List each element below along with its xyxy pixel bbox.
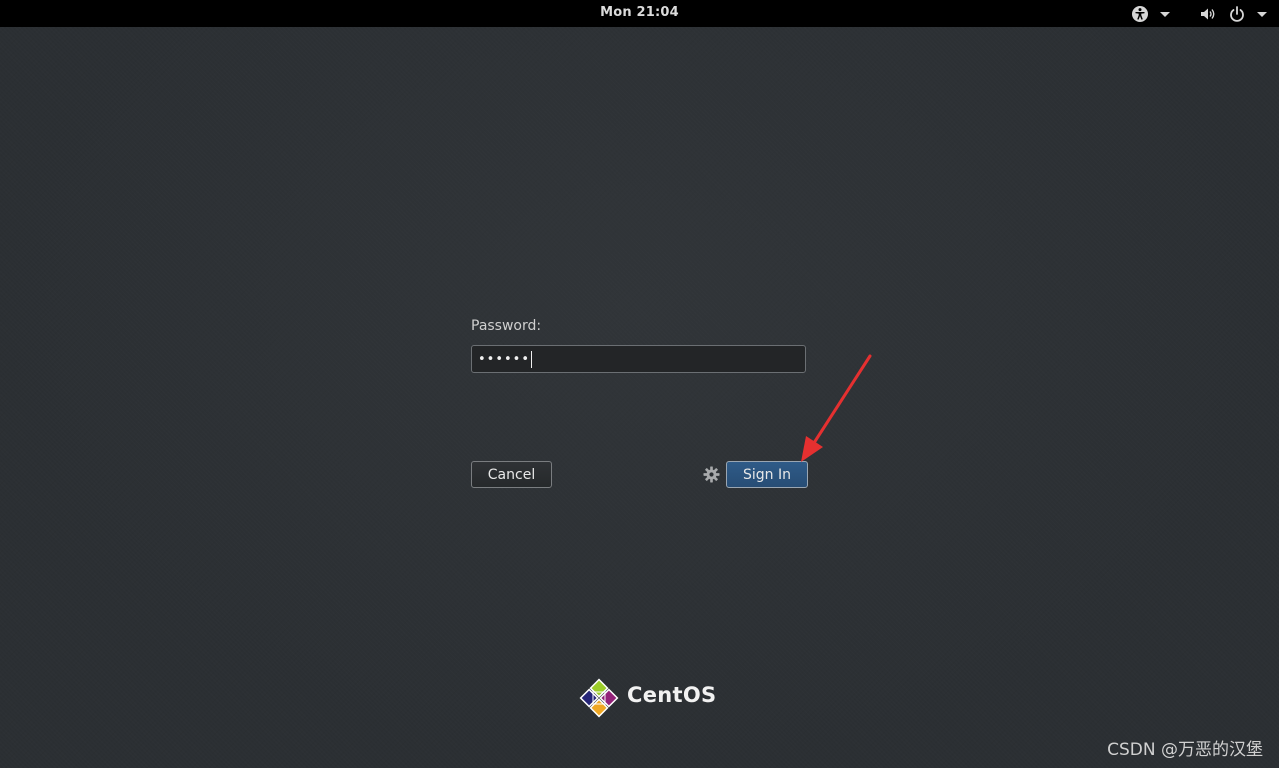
gear-icon[interactable] <box>703 466 720 483</box>
accessibility-menu[interactable] <box>1131 4 1170 24</box>
centos-logo-icon <box>579 678 619 718</box>
centos-logo-text: CentOS <box>627 683 717 707</box>
power-icon <box>1230 6 1244 22</box>
password-field[interactable]: •••••• <box>471 345 806 373</box>
text-cursor <box>531 350 533 368</box>
chevron-down-icon <box>1257 11 1267 17</box>
desktop-background <box>0 0 1279 768</box>
chevron-down-icon <box>1160 11 1170 17</box>
password-value: •••••• <box>478 351 531 367</box>
top-bar: Mon 21:04 <box>0 0 1279 27</box>
volume-icon <box>1201 8 1215 20</box>
cancel-button[interactable]: Cancel <box>471 461 552 488</box>
power-menu[interactable] <box>1228 4 1267 24</box>
accessibility-icon <box>1132 6 1148 22</box>
password-label: Password: <box>471 318 542 334</box>
annotation-arrow <box>801 354 872 462</box>
volume-indicator[interactable] <box>1199 4 1217 24</box>
clock[interactable]: Mon 21:04 <box>0 5 1279 20</box>
watermark: CSDN @万恶的汉堡 <box>1107 740 1263 760</box>
